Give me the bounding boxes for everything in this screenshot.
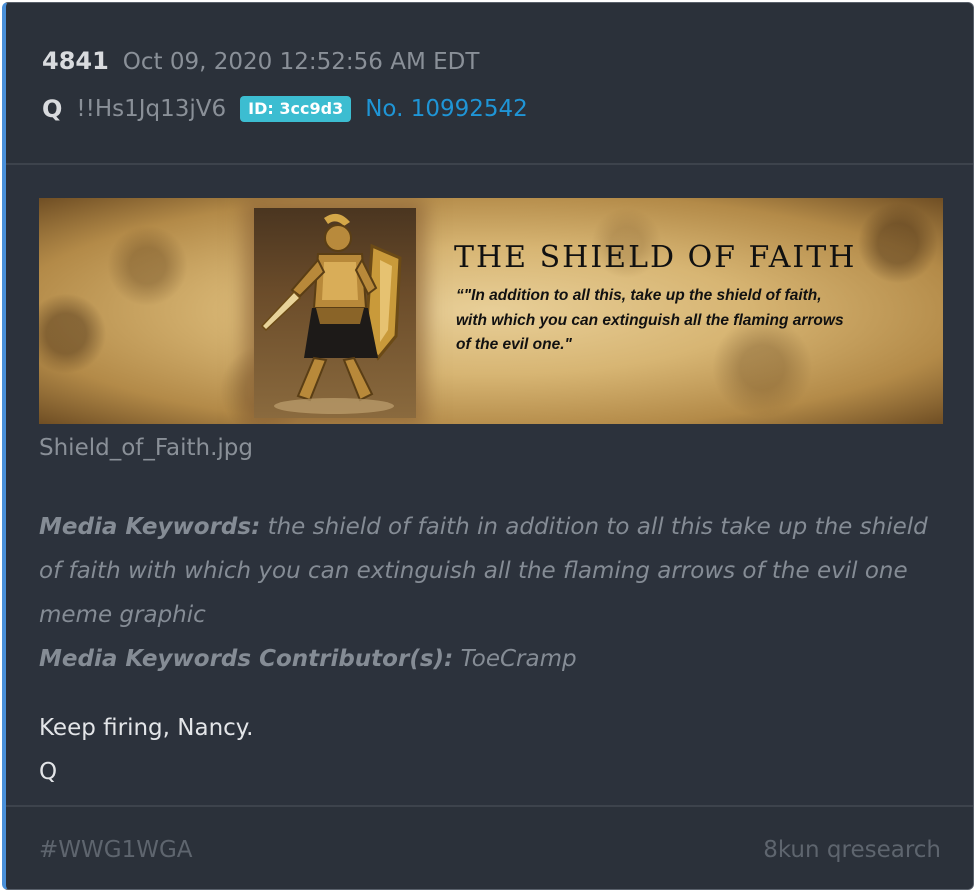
message-line: Keep firing, Nancy. xyxy=(39,715,254,741)
post-card: 4841 Oct 09, 2020 12:52:56 AM EDT Q !!Hs… xyxy=(2,2,974,890)
banner-quote: “"In addition to all this, take up the s… xyxy=(456,284,906,358)
warrior-illustration xyxy=(254,208,416,418)
author-name: Q xyxy=(42,95,63,123)
post-timestamp: Oct 09, 2020 12:52:56 AM EDT xyxy=(122,49,480,75)
contributor-label: Media Keywords Contributor(s): xyxy=(39,646,454,672)
message-signature: Q xyxy=(39,759,58,785)
post-message: Keep firing, Nancy. Q xyxy=(39,706,253,794)
post-author-row: Q !!Hs1Jq13jV6 ID: 3cc9d3 No. 10992542 xyxy=(42,91,528,127)
tripcode: !!Hs1Jq13jV6 xyxy=(76,96,227,122)
post-header: 4841 Oct 09, 2020 12:52:56 AM EDT Q !!Hs… xyxy=(6,3,973,165)
contributor-value: ToeCramp xyxy=(460,646,577,672)
source-label: 8kun qresearch xyxy=(763,837,941,863)
media-image[interactable]: THE SHIELD OF FAITH “"In addition to all… xyxy=(39,198,943,424)
banner-quote-line: with which you can extinguish all the fl… xyxy=(456,311,844,329)
post-number-link[interactable]: No. 10992542 xyxy=(365,96,528,122)
warrior-icon xyxy=(260,213,402,414)
id-badge[interactable]: ID: 3cc9d3 xyxy=(240,96,352,122)
keywords-label: Media Keywords: xyxy=(39,514,261,540)
banner-quote-line: of the evil one." xyxy=(456,336,572,353)
media-keywords: Media Keywords: the shield of faith in a… xyxy=(39,505,939,681)
banner-title: THE SHIELD OF FAITH xyxy=(454,240,857,275)
hashtag: #WWG1WGA xyxy=(39,837,193,863)
post-number: 4841 xyxy=(42,47,109,75)
post-footer: #WWG1WGA 8kun qresearch xyxy=(6,805,973,889)
post-meta-row: 4841 Oct 09, 2020 12:52:56 AM EDT xyxy=(42,47,479,81)
banner-quote-line: “"In addition to all this, take up the s… xyxy=(456,287,822,304)
media-filename[interactable]: Shield_of_Faith.jpg xyxy=(39,435,253,461)
